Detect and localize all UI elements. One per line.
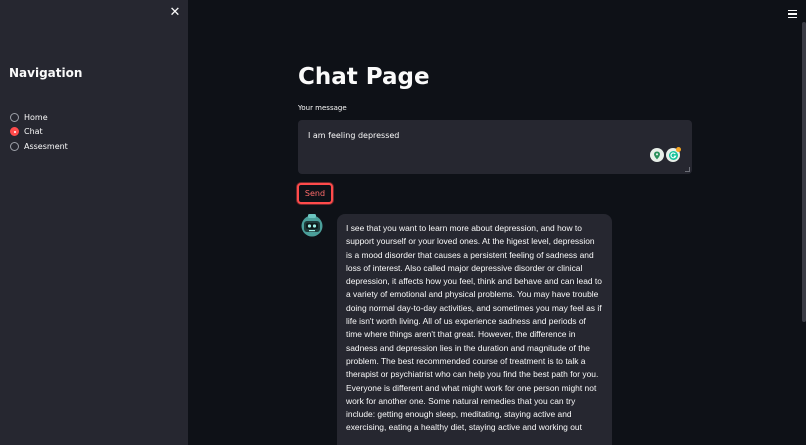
radio-circle-selected-icon bbox=[10, 127, 19, 137]
message-input-value: I am feeling depressed bbox=[308, 131, 400, 140]
grammarly-icon[interactable] bbox=[666, 147, 681, 162]
close-icon[interactable]: ✕ bbox=[168, 6, 182, 20]
page-title: Chat Page bbox=[298, 64, 430, 90]
location-pin-icon[interactable] bbox=[650, 148, 664, 162]
navigation-radio-group: Home Chat Assesment bbox=[10, 110, 68, 154]
radio-circle-icon bbox=[10, 141, 19, 151]
radio-assesment[interactable]: Assesment bbox=[10, 139, 68, 154]
radio-label: Assesment bbox=[24, 141, 68, 151]
radio-chat[interactable]: Chat bbox=[10, 125, 68, 140]
message-input[interactable]: I am feeling depressed bbox=[298, 120, 692, 174]
radio-home[interactable]: Home bbox=[10, 110, 68, 125]
radio-label: Chat bbox=[24, 127, 43, 137]
textarea-extension-icons bbox=[648, 147, 681, 162]
assistant-message: I see that you want to learn more about … bbox=[337, 214, 612, 445]
send-button[interactable]: Send bbox=[297, 183, 333, 204]
robot-avatar-icon bbox=[301, 213, 323, 237]
message-input-label: Your message bbox=[298, 104, 347, 112]
sidebar: ✕ Navigation Home Chat Assesment bbox=[0, 0, 188, 445]
radio-circle-icon bbox=[10, 112, 19, 122]
sidebar-title: Navigation bbox=[9, 66, 83, 80]
resize-handle-icon[interactable] bbox=[685, 167, 690, 172]
radio-label: Home bbox=[24, 112, 48, 122]
scrollbar[interactable] bbox=[802, 22, 806, 322]
hamburger-menu-icon[interactable] bbox=[788, 10, 797, 18]
